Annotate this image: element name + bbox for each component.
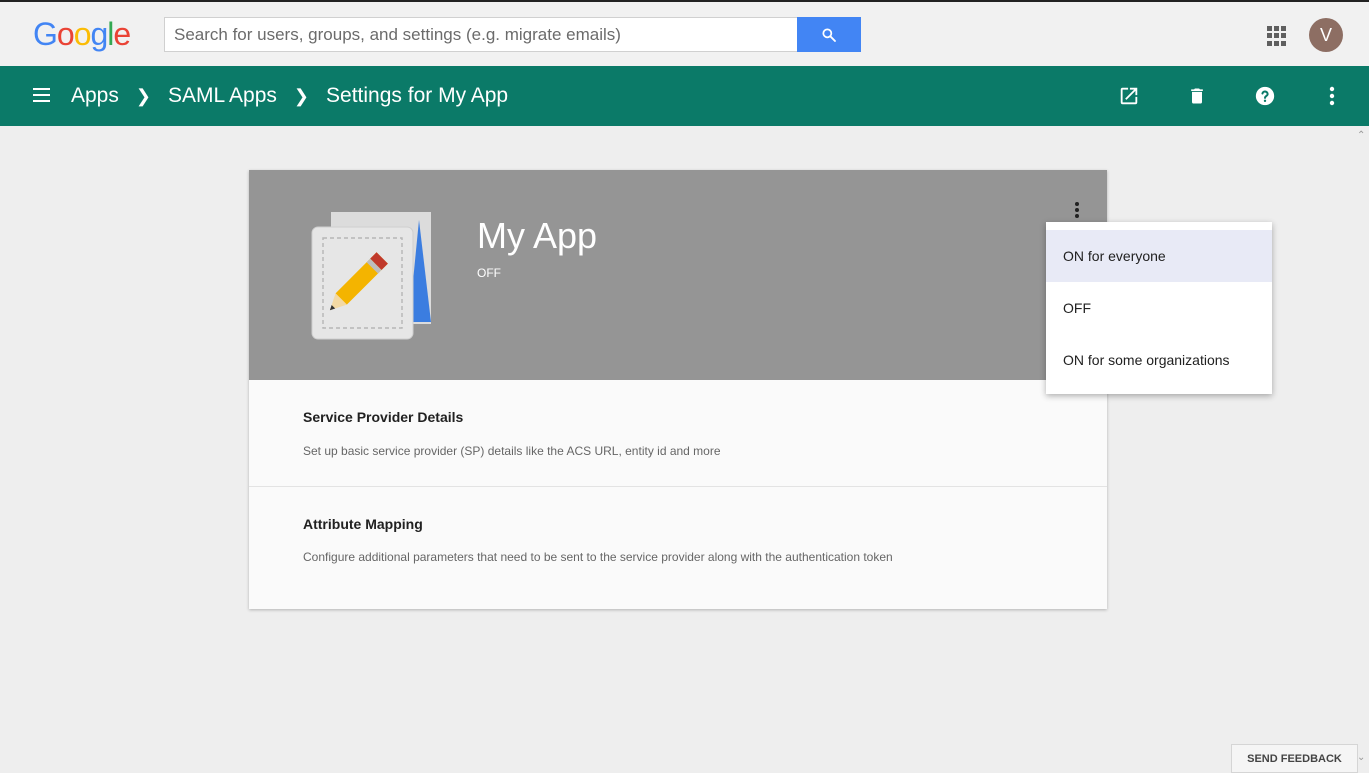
- section-description: Set up basic service provider (SP) detai…: [303, 444, 721, 458]
- search-input[interactable]: [165, 18, 797, 51]
- menu-item-on-for-everyone[interactable]: ON for everyone: [1046, 230, 1272, 282]
- logo-letter: e: [113, 16, 131, 52]
- menu-icon[interactable]: [33, 88, 50, 102]
- logo-letter: g: [90, 16, 108, 52]
- menu-item-on-for-some-organizations[interactable]: ON for some organizations: [1046, 334, 1272, 386]
- breadcrumb-apps[interactable]: Apps: [71, 83, 119, 109]
- section-title: Attribute Mapping: [303, 516, 423, 532]
- section-title: Service Provider Details: [303, 409, 464, 425]
- logo-letter: G: [33, 16, 58, 52]
- open-in-new-icon[interactable]: [1117, 84, 1141, 108]
- search-box: [164, 17, 861, 52]
- status-dropdown-menu: ON for everyone OFF ON for some organiza…: [1046, 222, 1272, 394]
- search-button[interactable]: [797, 17, 861, 52]
- scroll-up-arrow[interactable]: ⌃: [1357, 130, 1365, 141]
- attribute-mapping-section[interactable]: Attribute Mapping Configure additional p…: [249, 487, 1107, 609]
- logo-letter: o: [73, 16, 92, 52]
- breadcrumb-saml-apps[interactable]: SAML Apps: [168, 83, 277, 109]
- app-status: OFF: [477, 266, 501, 280]
- help-icon[interactable]: [1253, 84, 1277, 108]
- avatar-initial: V: [1319, 24, 1332, 45]
- app-settings-card: My App OFF Service Provider Details Set …: [249, 170, 1107, 609]
- app-title: My App: [477, 215, 598, 256]
- more-vert-icon[interactable]: [1067, 198, 1087, 222]
- app-notepad-pencil-icon: [311, 212, 431, 340]
- section-description: Configure additional parameters that nee…: [303, 550, 893, 564]
- breadcrumb: Apps ❯ SAML Apps ❯ Settings for My App: [71, 83, 508, 109]
- card-header: My App OFF: [249, 170, 1107, 380]
- send-feedback-button[interactable]: SEND FEEDBACK: [1231, 744, 1358, 773]
- avatar[interactable]: V: [1309, 18, 1343, 52]
- service-provider-details-section[interactable]: Service Provider Details Set up basic se…: [249, 380, 1107, 486]
- google-logo[interactable]: Google: [33, 14, 131, 54]
- top-bar: Google V: [0, 0, 1369, 66]
- chevron-right-icon: ❯: [135, 86, 151, 106]
- breadcrumb-current: Settings for My App: [326, 84, 509, 107]
- search-icon: [822, 27, 836, 42]
- apps-grid-icon[interactable]: [1267, 26, 1287, 46]
- app-bar: Apps ❯ SAML Apps ❯ Settings for My App: [0, 66, 1369, 126]
- delete-icon[interactable]: [1185, 84, 1209, 108]
- scroll-down-arrow[interactable]: ⌄: [1357, 752, 1365, 763]
- menu-item-off[interactable]: OFF: [1046, 282, 1272, 334]
- more-vert-icon[interactable]: [1320, 84, 1344, 108]
- logo-letter: o: [56, 16, 75, 52]
- chevron-right-icon: ❯: [293, 86, 310, 106]
